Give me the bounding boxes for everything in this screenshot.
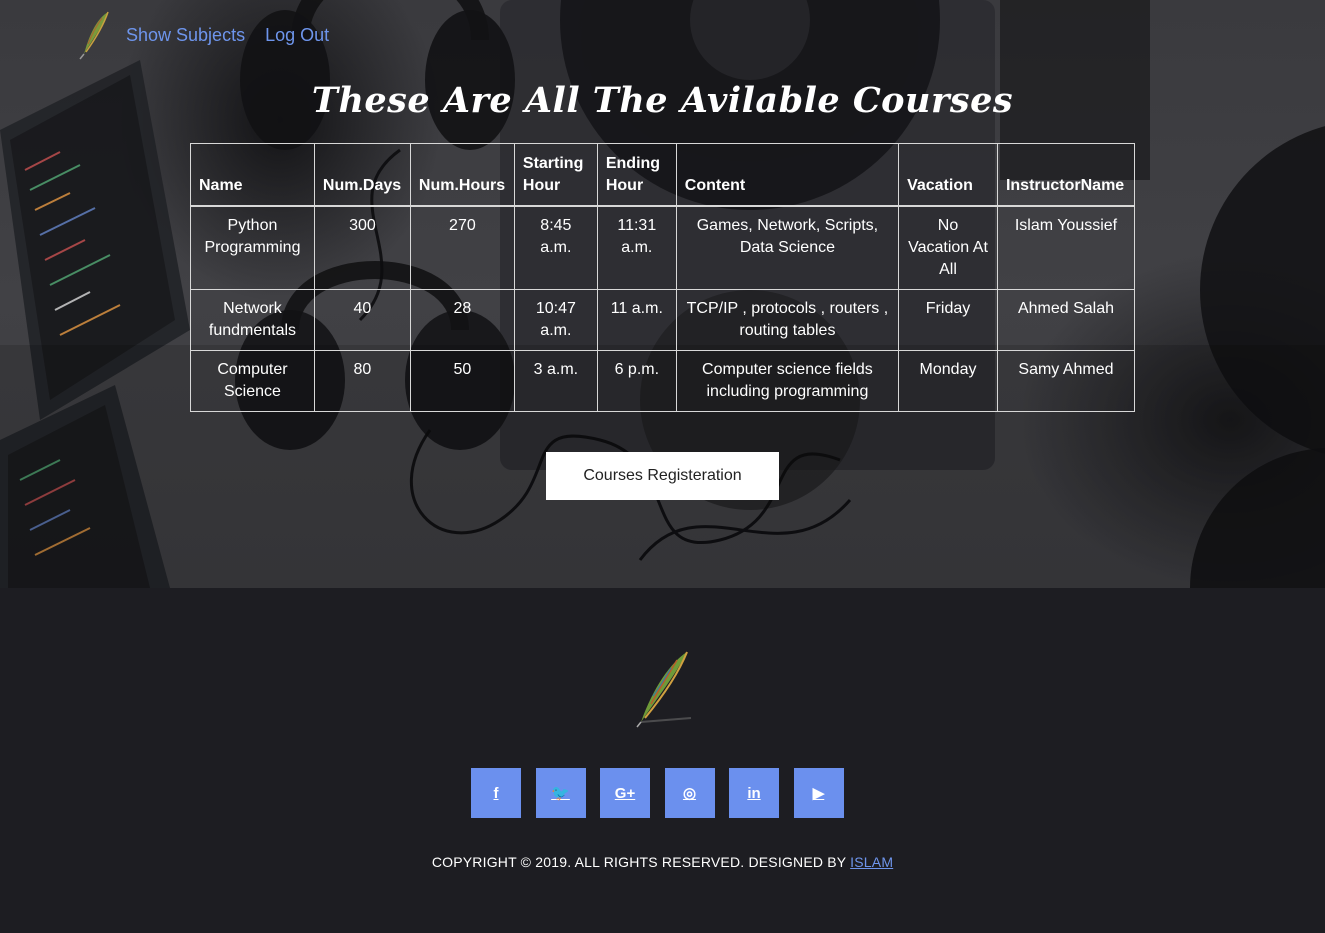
column-header-ending-hour: Ending Hour [596,143,677,207]
cell-ending-hour: 6 p.m. [596,349,677,412]
cell-content: Games, Network, Scripts, Data Science [675,205,900,290]
cell-num-days: 300 [313,205,411,290]
social-links: f 🐦 G+ ◎ in ▶ [471,768,858,818]
cell-name: Network fundmentals [190,288,315,351]
table-row: Python Programming 300 270 8:45 a.m. 11:… [190,205,1136,290]
footer: f 🐦 G+ ◎ in ▶ COPYRIGHT © 2019. ALL RIGH… [0,588,1325,933]
copyright-text: COPYRIGHT © 2019. ALL RIGHTS RESERVED. D… [0,854,1325,870]
top-navbar: Show Subjects Log Out [78,10,349,60]
column-header-content: Content [675,143,900,207]
cell-name: Python Programming [190,205,315,290]
cell-instructor-name: Ahmed Salah [996,288,1136,351]
feather-quill-icon [636,651,692,728]
cell-num-hours: 50 [409,349,515,412]
cell-num-hours: 28 [409,288,515,351]
linkedin-icon[interactable]: in [729,768,779,818]
nav-link-log-out[interactable]: Log Out [265,10,329,60]
feather-quill-icon[interactable] [78,10,114,60]
column-header-starting-hour: Starting Hour [513,143,598,207]
designer-link[interactable]: ISLAM [850,854,893,870]
cell-vacation: No Vacation At All [898,205,998,290]
cell-content: TCP/IP , protocols , routers , routing t… [675,288,900,351]
youtube-icon[interactable]: ▶ [793,768,844,818]
column-header-vacation: Vacation [898,143,998,207]
cell-num-hours: 270 [409,205,515,290]
twitter-icon[interactable]: 🐦 [535,768,586,818]
table-row: Computer Science 80 50 3 a.m. 6 p.m. Com… [190,349,1136,412]
cell-vacation: Monday [898,349,998,412]
page-title: These Are All The Avilable Courses [311,80,1014,121]
cell-name: Computer Science [190,349,315,412]
table-row: Network fundmentals 40 28 10:47 a.m. 11 … [190,288,1136,351]
cell-vacation: Friday [898,288,998,351]
cell-starting-hour: 3 a.m. [513,349,598,412]
nav-link-show-subjects[interactable]: Show Subjects [126,10,245,60]
column-header-name: Name [190,143,315,207]
column-header-instructor-name: InstructorName [996,143,1136,207]
courses-registration-button[interactable]: Courses Registeration [546,452,779,500]
column-header-num-days: Num.Days [313,143,411,207]
copyright-label: COPYRIGHT © 2019. ALL RIGHTS RESERVED. D… [431,854,851,870]
cell-ending-hour: 11:31 a.m. [596,205,677,290]
cell-starting-hour: 10:47 a.m. [513,288,598,351]
cell-ending-hour: 11 a.m. [596,288,677,351]
cell-num-days: 80 [313,349,411,412]
table-header-row: Name Num.Days Num.Hours Starting Hour En… [190,143,1136,207]
cell-num-days: 40 [313,288,411,351]
courses-table: Name Num.Days Num.Hours Starting Hour En… [190,143,1136,412]
cell-starting-hour: 8:45 a.m. [513,205,598,290]
cell-instructor-name: Islam Youssief [996,205,1136,290]
facebook-icon[interactable]: f [471,768,521,818]
column-header-num-hours: Num.Hours [409,143,515,207]
cell-content: Computer science fields including progra… [675,349,900,412]
instagram-icon[interactable]: ◎ [664,768,715,818]
cell-instructor-name: Samy Ahmed [996,349,1136,412]
google-plus-icon[interactable]: G+ [600,768,650,818]
